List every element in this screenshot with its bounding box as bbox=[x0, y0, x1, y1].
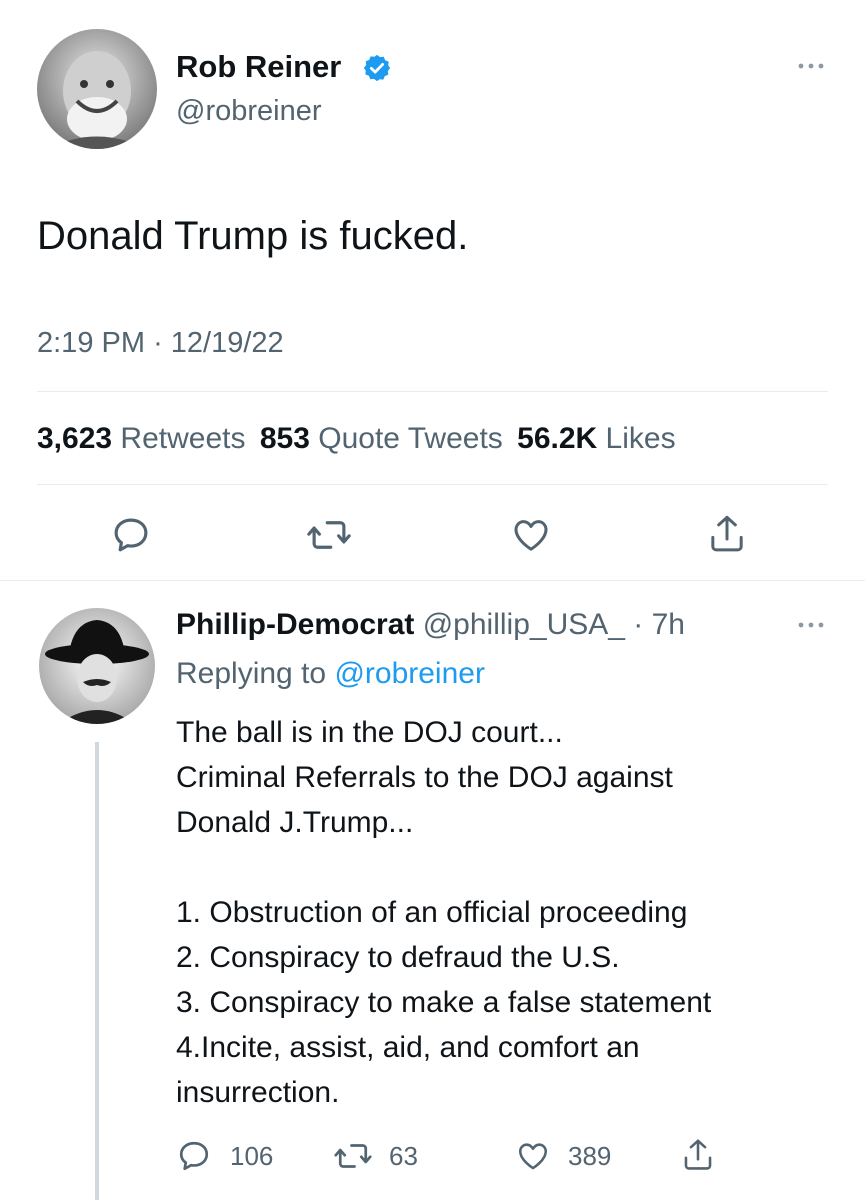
reply-count: 106 bbox=[230, 1140, 274, 1171]
retweet-action[interactable]: 63 bbox=[333, 1138, 418, 1174]
retweet-icon[interactable] bbox=[333, 1138, 373, 1174]
like-icon[interactable] bbox=[514, 1139, 552, 1173]
reply-text-line: Donald J.Trump... bbox=[176, 806, 414, 839]
reply-text-line: 1. Obstruction of an official proceeding bbox=[176, 896, 688, 929]
tweet-time: 2:19 PM bbox=[37, 327, 145, 359]
reply-action[interactable]: 106 bbox=[176, 1138, 273, 1174]
retweets-stat[interactable]: 3,623 Retweets bbox=[37, 422, 254, 455]
share-icon[interactable] bbox=[681, 1136, 715, 1174]
divider bbox=[0, 580, 865, 581]
like-icon[interactable] bbox=[510, 515, 552, 555]
reply-icon[interactable] bbox=[110, 514, 152, 556]
reply-author-name[interactable]: Phillip-Democrat bbox=[176, 608, 414, 641]
retweets-label: Retweets bbox=[120, 422, 246, 455]
timestamp-separator: · bbox=[153, 327, 163, 359]
tweet-stats: 3,623 Retweets 853 Quote Tweets 56.2K Li… bbox=[37, 418, 676, 460]
reply-author-handle[interactable]: @phillip_USA_ bbox=[423, 608, 625, 641]
reply-text-line: 2. Conspiracy to defraud the U.S. bbox=[176, 941, 620, 974]
quotes-count: 853 bbox=[259, 422, 310, 455]
reply-text-line: Criminal Referrals to the DOJ against bbox=[176, 761, 673, 794]
divider bbox=[37, 391, 828, 392]
retweet-count: 63 bbox=[389, 1140, 418, 1171]
reply-text-line: 4.Incite, assist, aid, and comfort an bbox=[176, 1031, 640, 1064]
verified-badge-icon bbox=[362, 53, 392, 83]
author-name[interactable]: Rob Reiner bbox=[176, 47, 341, 87]
author-handle[interactable]: @robreiner bbox=[176, 93, 322, 129]
tweet-date: 12/19/22 bbox=[170, 327, 284, 359]
retweet-icon[interactable] bbox=[306, 514, 352, 556]
share-icon[interactable] bbox=[707, 512, 747, 556]
vertical-thread-line bbox=[95, 742, 99, 1200]
author-avatar[interactable] bbox=[37, 29, 157, 149]
quotes-stat[interactable]: 853 Quote Tweets bbox=[260, 422, 511, 455]
retweets-count: 3,623 bbox=[37, 422, 113, 455]
tweet-timestamp: 2:19 PM · 12/19/22 bbox=[37, 323, 284, 363]
likes-count: 56.2K bbox=[517, 422, 598, 455]
reply-author-avatar[interactable] bbox=[39, 608, 155, 724]
likes-stat[interactable]: 56.2K Likes bbox=[517, 422, 675, 455]
more-options-icon[interactable] bbox=[795, 60, 827, 72]
like-count: 389 bbox=[568, 1140, 612, 1171]
reply-more-options-icon[interactable] bbox=[795, 619, 827, 631]
divider bbox=[37, 484, 828, 485]
reply-icon[interactable] bbox=[176, 1138, 212, 1174]
reply-header: Phillip-Democrat @phillip_USA_ · 7h bbox=[176, 605, 685, 645]
reply-text-line: insurrection. bbox=[176, 1076, 340, 1109]
quotes-label: Quote Tweets bbox=[318, 422, 503, 455]
likes-label: Likes bbox=[605, 422, 676, 455]
replying-to-label: Replying to bbox=[176, 657, 327, 690]
reply-text: The ball is in the DOJ court... Criminal… bbox=[176, 710, 711, 1115]
replying-to: Replying to @robreiner bbox=[176, 654, 485, 694]
reply-age[interactable]: · 7h bbox=[633, 608, 685, 641]
like-action[interactable]: 389 bbox=[514, 1139, 611, 1173]
reply-text-blank-line bbox=[176, 845, 711, 890]
reply-text-line: The ball is in the DOJ court... bbox=[176, 716, 563, 749]
tweet-text: Donald Trump is fucked. bbox=[37, 214, 469, 258]
replying-to-link[interactable]: @robreiner bbox=[334, 657, 485, 690]
reply-text-line: 3. Conspiracy to make a false statement bbox=[176, 986, 712, 1019]
